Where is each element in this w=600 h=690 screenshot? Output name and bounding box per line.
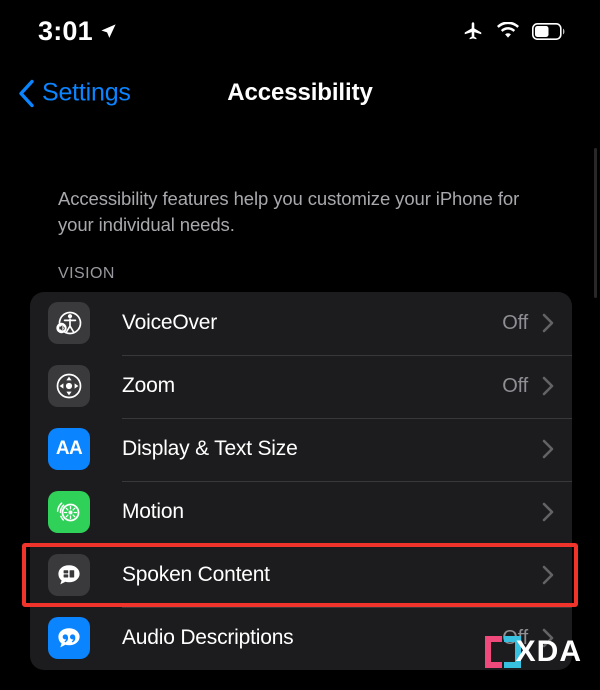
scroll-indicator[interactable] — [594, 148, 597, 298]
display-text-size-icon: AA — [48, 428, 90, 471]
status-bar: 3:01 — [0, 0, 600, 62]
page-title: Accessibility — [227, 79, 373, 106]
chevron-right-icon — [542, 565, 554, 585]
settings-row-value: Off — [502, 311, 528, 334]
chevron-right-icon — [542, 376, 554, 396]
spoken-content-icon — [48, 554, 90, 597]
settings-content: Accessibility features help you customiz… — [0, 124, 600, 690]
settings-row-label: Motion — [122, 500, 184, 524]
intro-description: Accessibility features help you customiz… — [58, 188, 520, 236]
battery-icon — [532, 22, 566, 40]
voiceover-icon — [48, 302, 90, 345]
chevron-right-icon — [542, 502, 554, 522]
settings-row-label: VoiceOver — [122, 311, 218, 335]
status-bar-clock: 3:01 — [38, 15, 93, 46]
xda-watermark: XDA — [480, 632, 582, 672]
settings-row-label: Display & Text Size — [122, 437, 298, 461]
navigation-bar: Settings Accessibility — [0, 62, 600, 124]
settings-row-motion[interactable]: Motion — [30, 480, 572, 544]
aa-glyph: AA — [55, 438, 83, 460]
status-bar-right — [462, 20, 566, 42]
settings-row-spoken-content[interactable]: Spoken Content — [30, 543, 572, 607]
settings-row-voiceover[interactable]: VoiceOver Off — [30, 292, 572, 355]
settings-row-value: Off — [502, 374, 528, 397]
settings-row-zoom[interactable]: Zoom Off — [30, 354, 572, 418]
location-arrow-icon — [100, 23, 117, 40]
chevron-right-icon — [542, 313, 554, 333]
chevron-right-icon — [542, 439, 554, 459]
settings-row-label: Zoom — [122, 374, 175, 398]
settings-row-label: Spoken Content — [122, 563, 270, 587]
audio-descriptions-icon — [48, 617, 90, 660]
settings-row-label: Audio Descriptions — [122, 626, 294, 650]
settings-row-display-text-size[interactable]: AA Display & Text Size — [30, 417, 572, 481]
vision-settings-card: VoiceOver Off Zoom Off AA Display & Text… — [30, 291, 572, 670]
watermark-text: XDA — [515, 635, 582, 668]
section-header-vision: VISION — [58, 264, 115, 282]
iphone-screen: 3:01 Settings Accessibility Accessibilit… — [0, 0, 600, 690]
status-bar-left: 3:01 — [38, 16, 117, 47]
airplane-mode-icon — [462, 20, 484, 42]
zoom-icon — [48, 365, 90, 408]
wifi-icon — [496, 22, 520, 40]
motion-icon — [48, 491, 90, 534]
